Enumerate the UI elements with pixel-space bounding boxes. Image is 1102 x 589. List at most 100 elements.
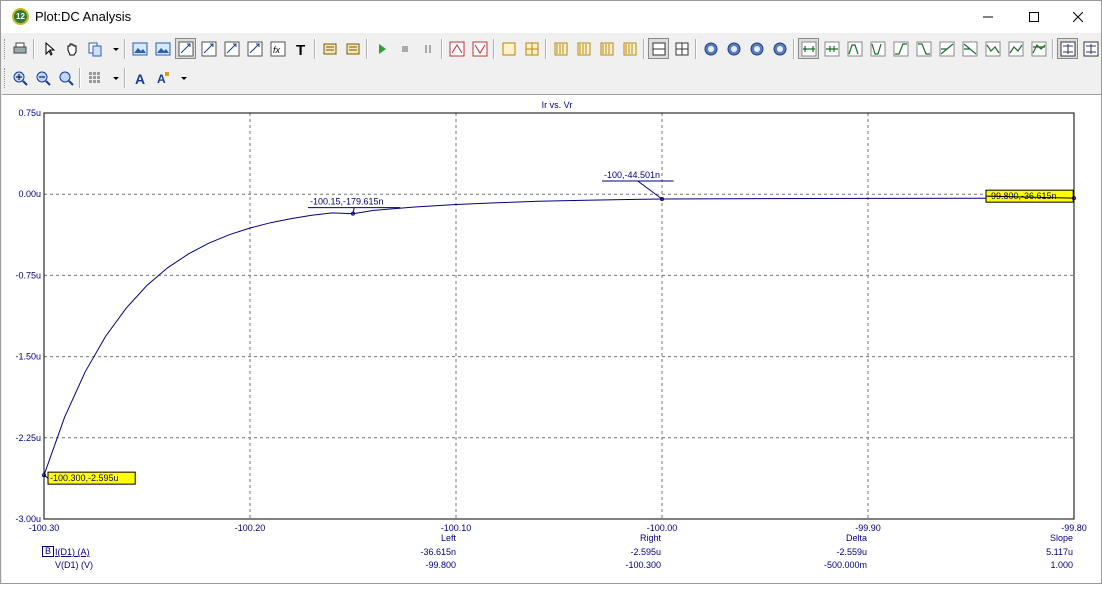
fall-button[interactable]	[913, 38, 934, 59]
x-tick-label: -100.30	[29, 523, 60, 533]
layout-4-button[interactable]	[619, 38, 640, 59]
settings-button[interactable]	[342, 38, 363, 59]
toolbar-gripper[interactable]	[4, 39, 7, 59]
cursor-next-button[interactable]	[798, 38, 819, 59]
zoom-1-button[interactable]	[700, 38, 721, 59]
properties-icon	[323, 43, 336, 54]
fall-icon	[916, 41, 931, 56]
plot-area[interactable]: Ir vs. Vr -100.30 -100.20 -100.10 -100.00 -9…	[2, 94, 1101, 583]
y-tick-label: -3.00u	[15, 514, 41, 524]
high-button[interactable]	[1005, 38, 1026, 59]
dropdown-arrow-button[interactable]	[107, 38, 121, 59]
peak-button[interactable]	[844, 38, 865, 59]
properties-button[interactable]	[319, 38, 340, 59]
chart-svg[interactable]: Ir vs. Vr -100.30 -100.20 -100.10 -100.00 -9…	[2, 95, 1101, 584]
auto-scale-button[interactable]	[175, 38, 196, 59]
series-2-label[interactable]: V(D1) (V)	[55, 560, 93, 570]
dropdown-arrow-icon	[113, 47, 119, 51]
tag-mode-button[interactable]	[1057, 38, 1078, 59]
scale-y-button[interactable]	[221, 38, 242, 59]
col-slope-header: Slope	[1049, 533, 1073, 543]
tag-values-button[interactable]	[1080, 38, 1101, 59]
slope-up-icon	[939, 41, 954, 56]
data-tag[interactable]: -100.15,-179.615n	[308, 197, 401, 216]
zoom-in-icon	[13, 71, 28, 86]
scale-button[interactable]	[198, 38, 219, 59]
global-high-button[interactable]	[1028, 38, 1049, 59]
cursor-next-icon	[801, 41, 816, 56]
box-button[interactable]	[498, 38, 519, 59]
layout-1-button[interactable]	[550, 38, 571, 59]
slope-up-button[interactable]	[936, 38, 957, 59]
split-h-button[interactable]	[648, 38, 669, 59]
window-title: Plot:DC Analysis	[35, 9, 132, 24]
dropdown-arrow-icon	[113, 76, 119, 80]
cursor-peak-button[interactable]	[446, 38, 467, 59]
chart-title: Ir vs. Vr	[542, 100, 573, 110]
layout-1-icon	[554, 42, 567, 55]
text-tool-button[interactable]: T	[290, 38, 311, 59]
peak-icon	[847, 41, 862, 56]
run-button[interactable]	[371, 38, 392, 59]
grid-box-button[interactable]	[521, 38, 542, 59]
tag-mode-icon	[1060, 41, 1075, 56]
toolbar-secondary: AA	[1, 65, 1101, 91]
zoom-3-button[interactable]	[746, 38, 767, 59]
font-button[interactable]: A	[129, 67, 150, 88]
function-button[interactable]: fx	[267, 38, 288, 59]
col-delta-header: Delta	[845, 533, 867, 543]
plot-window: 12 Plot:DC Analysis fx T AA Ir vs. Vr -10…	[0, 0, 1102, 584]
low-button[interactable]	[982, 38, 1003, 59]
stop-button[interactable]	[394, 38, 415, 59]
copy-button[interactable]	[84, 38, 105, 59]
rise-button[interactable]	[890, 38, 911, 59]
maximize-icon	[1029, 12, 1039, 22]
maximize-button[interactable]	[1011, 1, 1057, 33]
image-frame-button[interactable]	[152, 38, 173, 59]
slope-down-button[interactable]	[959, 38, 980, 59]
col-right-header: Right	[639, 533, 661, 543]
pause-button[interactable]	[417, 38, 438, 59]
layout-2-button[interactable]	[573, 38, 594, 59]
cursor-prev-button[interactable]	[821, 38, 842, 59]
toolbar-separator	[793, 39, 795, 59]
zoom-2-button[interactable]	[723, 38, 744, 59]
layout-3-icon	[600, 42, 613, 55]
data-tag[interactable]: -100,-44.501n	[602, 170, 674, 202]
zoom-4-button[interactable]	[769, 38, 790, 59]
col-left-value-1: -36.615n	[420, 547, 456, 557]
pan-hand-button[interactable]	[61, 38, 82, 59]
layout-3-button[interactable]	[596, 38, 617, 59]
dropdown-arrow-button[interactable]	[175, 67, 189, 88]
zoom-out-button[interactable]	[32, 67, 53, 88]
data-tag[interactable]: -99.800,-36.615n	[985, 189, 1076, 203]
scale-xy-button[interactable]	[244, 38, 265, 59]
text-tool-icon: T	[296, 42, 305, 57]
y-tick-label: 0.00u	[18, 189, 41, 199]
grid-button[interactable]	[84, 67, 105, 88]
toolbar-gripper[interactable]	[4, 68, 7, 88]
cursor-valley-button[interactable]	[469, 38, 490, 59]
settings-icon	[346, 43, 359, 54]
layout-2-icon	[577, 42, 590, 55]
image-button[interactable]	[129, 38, 150, 59]
close-button[interactable]	[1055, 1, 1101, 33]
zoom-in-button[interactable]	[9, 67, 30, 88]
print-button[interactable]	[9, 38, 30, 59]
zoom-fit-button[interactable]	[55, 67, 76, 88]
split-grid-button[interactable]	[671, 38, 692, 59]
pause-icon	[424, 44, 431, 53]
series-1-label[interactable]: I(D1) (A)	[55, 547, 90, 557]
toolbar-separator	[1052, 39, 1054, 59]
select-arrow-button[interactable]	[38, 38, 59, 59]
data-tag[interactable]: -100.300,-2.595u	[42, 471, 136, 485]
series-line-i-d1[interactable]	[43, 197, 1075, 476]
series-box-label[interactable]: B	[42, 546, 54, 557]
dropdown-arrow-button[interactable]	[107, 67, 121, 88]
title-bar[interactable]: 12 Plot:DC Analysis	[1, 1, 1101, 33]
minimize-button[interactable]	[965, 1, 1011, 33]
print-icon	[13, 42, 26, 53]
global-high-icon	[1031, 41, 1046, 56]
valley-button[interactable]	[867, 38, 888, 59]
font-color-button[interactable]: A	[152, 67, 173, 88]
